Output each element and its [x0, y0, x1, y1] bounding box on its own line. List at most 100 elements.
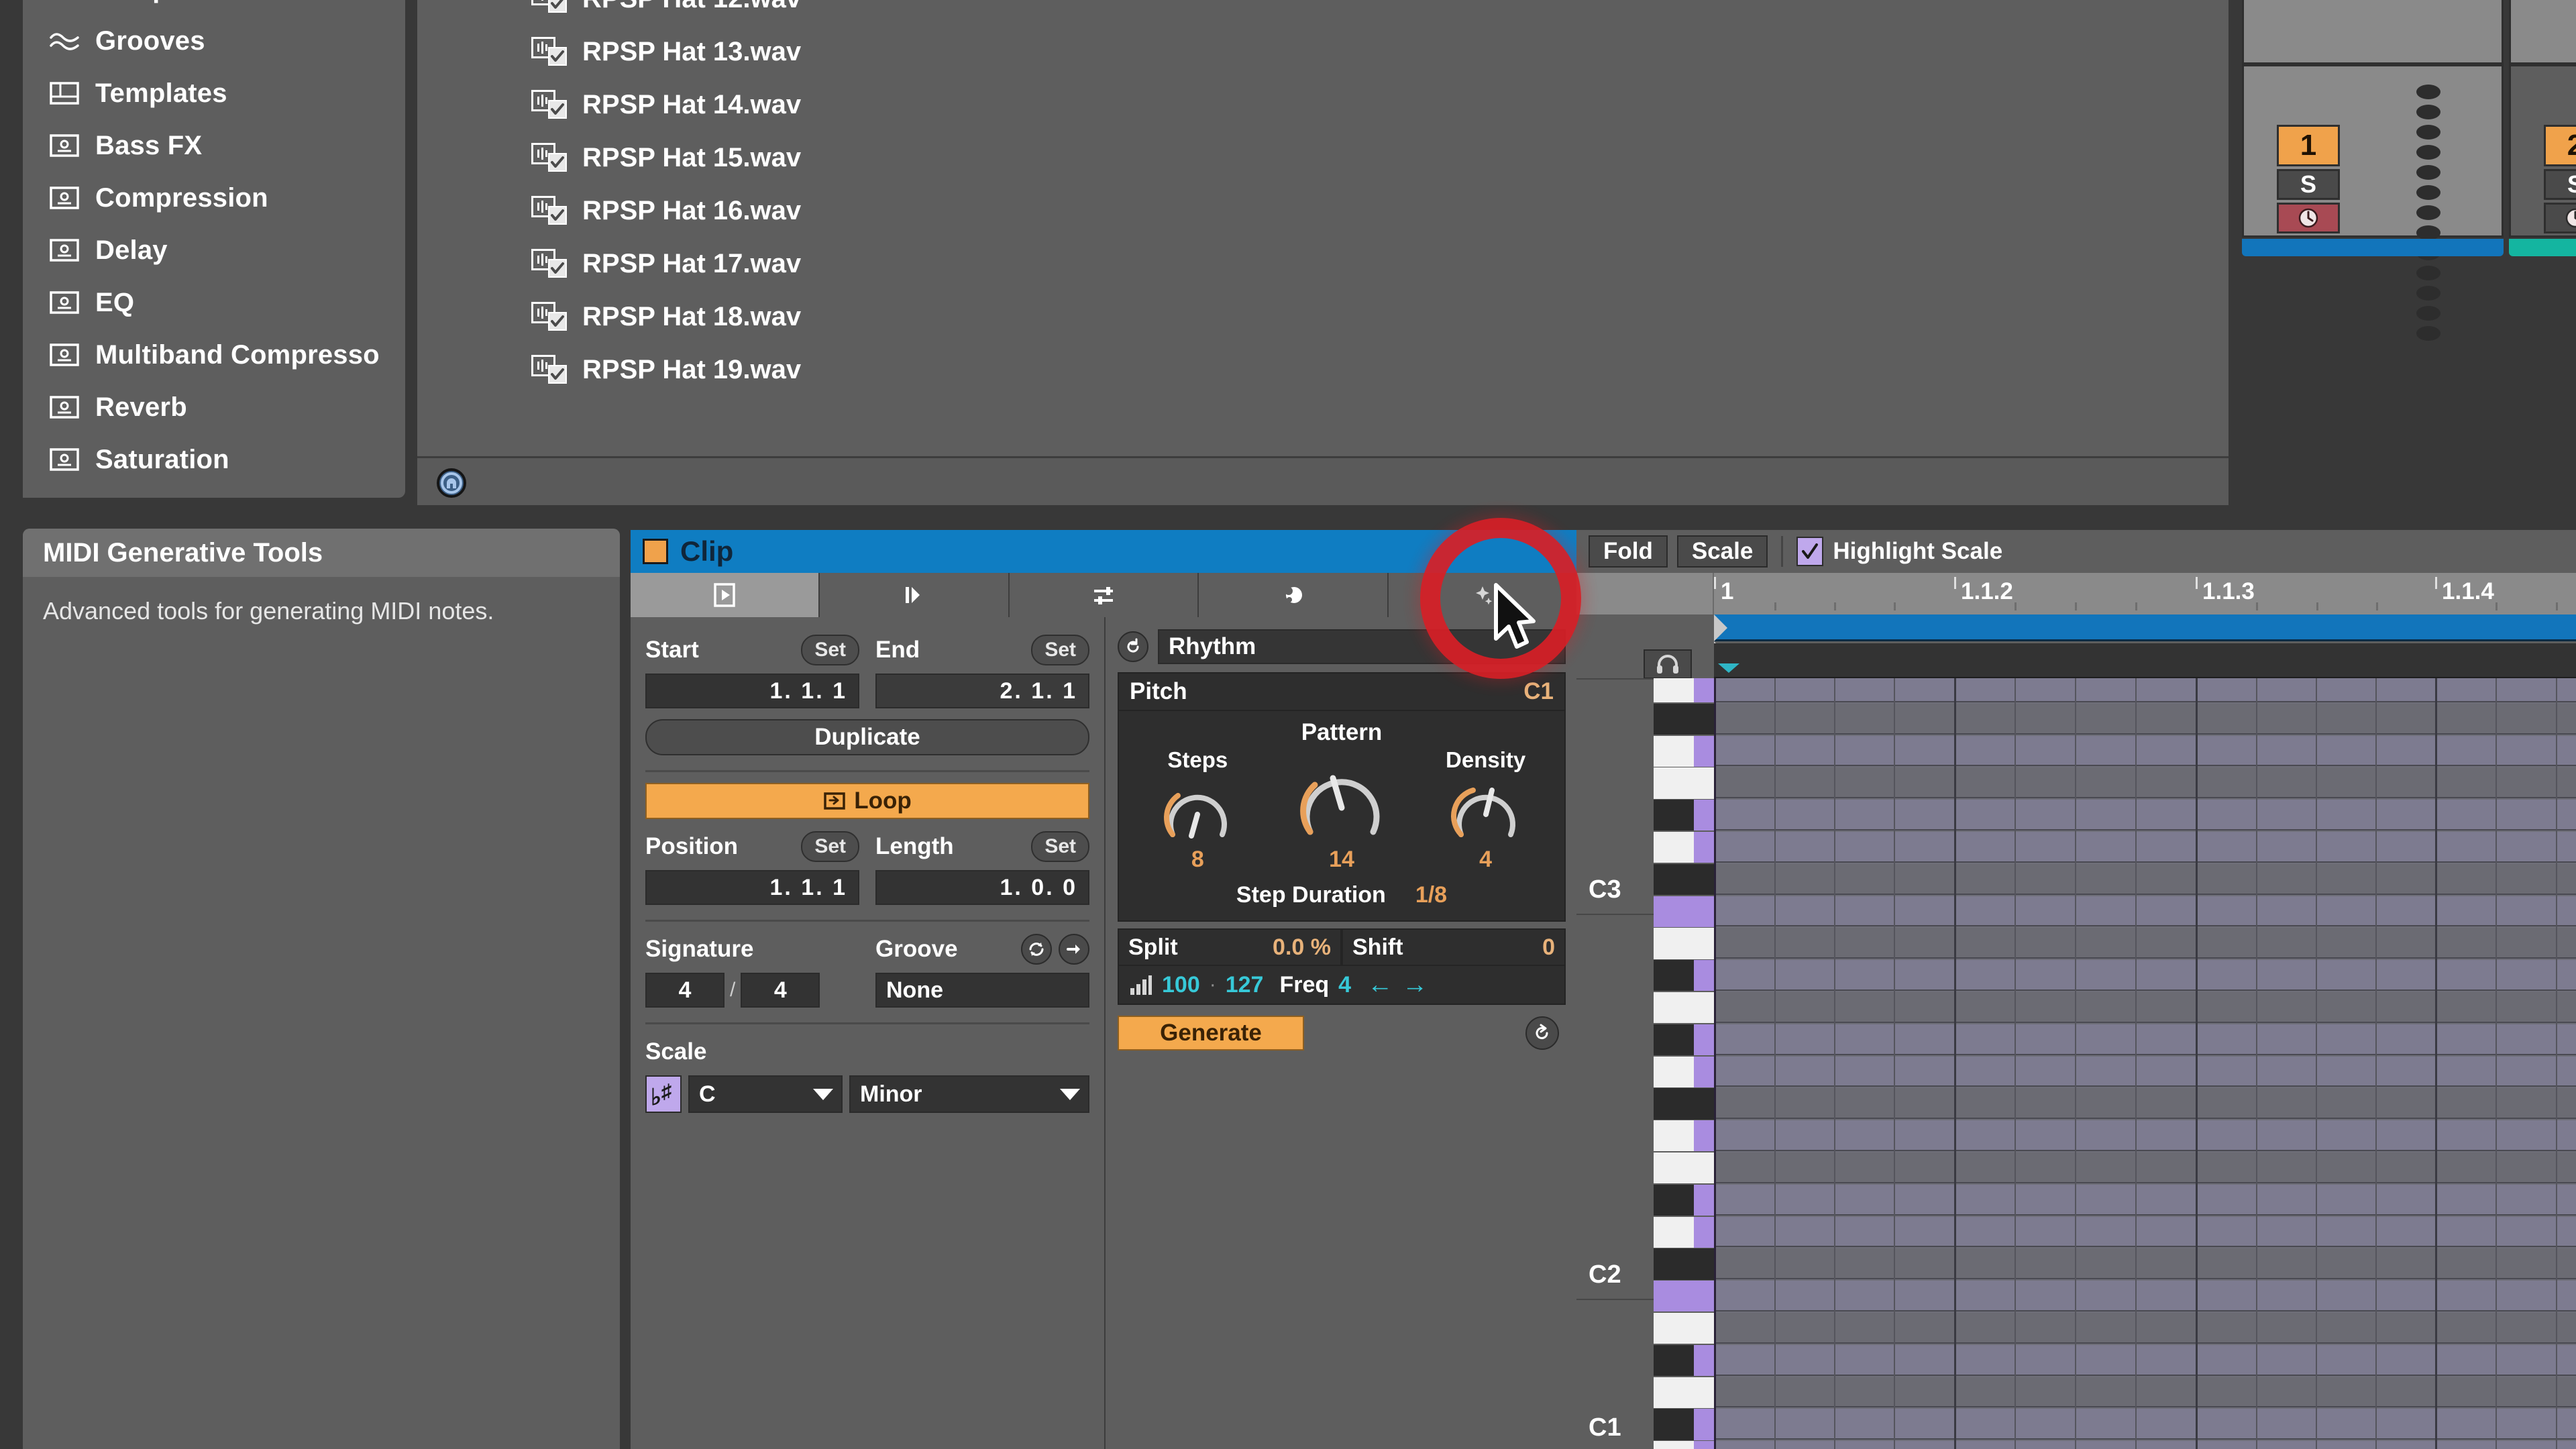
list-item[interactable]: RPSP Hat 17.wav	[417, 237, 2229, 290]
piano-white-key[interactable]	[1654, 1281, 1714, 1312]
piano-white-key[interactable]	[1654, 1120, 1714, 1152]
note-lane[interactable]	[1714, 1216, 2576, 1248]
sidebar-item-grooves[interactable]: Grooves	[23, 15, 405, 67]
list-item[interactable]: RPSP Hat 16.wav	[417, 184, 2229, 237]
clip-slot-empty[interactable]	[2242, 0, 2504, 64]
piano-white-key[interactable]	[1654, 928, 1714, 959]
note-lane[interactable]	[1714, 1120, 2576, 1151]
note-lane[interactable]	[1714, 1281, 2576, 1311]
clip-color-swatch[interactable]	[643, 539, 668, 564]
groove-apply-icon[interactable]	[1059, 934, 1089, 965]
groove-commit-icon[interactable]	[1021, 934, 1052, 965]
velocity-range-row[interactable]: 100 · 127 Freq 4 ← →	[1118, 966, 1566, 1005]
piano-white-key[interactable]	[1654, 1377, 1714, 1408]
split-field[interactable]: Split 0.0 %	[1118, 928, 1342, 966]
end-set-button[interactable]: Set	[1031, 635, 1089, 665]
piano-black-key[interactable]	[1654, 1409, 1714, 1440]
piano-black-key[interactable]	[1654, 863, 1714, 896]
sidebar-item-bass-fx[interactable]: Bass FX	[23, 119, 405, 172]
note-lane[interactable]	[1714, 800, 2576, 830]
tab-clip-modulation[interactable]	[1199, 573, 1389, 617]
loop-start-handle[interactable]	[1714, 614, 1727, 641]
sidebar-item-templates[interactable]: Templates	[23, 67, 405, 119]
record-arm-button[interactable]	[2544, 203, 2576, 233]
note-lane[interactable]	[1714, 735, 2576, 767]
sidebar-item-multiband-compressor[interactable]: Multiband Compresso	[23, 329, 405, 381]
sidebar-item-saturation[interactable]: Saturation	[23, 433, 405, 486]
tab-clip-envelopes[interactable]	[1009, 573, 1199, 617]
density-knob-dial[interactable]	[1446, 775, 1525, 845]
signature-denominator-field[interactable]: 4	[741, 973, 820, 1008]
position-set-button[interactable]: Set	[801, 831, 859, 862]
note-lane[interactable]	[1714, 703, 2576, 735]
piano-black-key[interactable]	[1654, 1344, 1714, 1377]
generator-pitch-row[interactable]: Pitch C1	[1118, 672, 1566, 711]
piano-white-key[interactable]	[1654, 1313, 1714, 1344]
note-lane[interactable]	[1714, 1152, 2576, 1183]
pattern-knob-dial[interactable]	[1291, 759, 1392, 844]
note-lane[interactable]	[1714, 1344, 2576, 1376]
note-lane[interactable]	[1714, 1056, 2576, 1087]
knob-pattern[interactable]: 14	[1271, 759, 1413, 873]
list-item[interactable]: RPSP Hat 12.wav	[417, 0, 2229, 25]
piano-white-key[interactable]	[1654, 896, 1714, 927]
sidebar-item-delay[interactable]: Delay	[23, 224, 405, 276]
note-lane[interactable]	[1714, 928, 2576, 959]
list-item[interactable]: RPSP Hat 18.wav	[417, 290, 2229, 343]
scale-root-dropdown[interactable]: C	[688, 1075, 843, 1113]
piano-black-key[interactable]	[1654, 800, 1714, 831]
sidebar-item-compression[interactable]: Compression	[23, 172, 405, 224]
note-lane[interactable]	[1714, 960, 2576, 991]
duplicate-button[interactable]: Duplicate	[645, 719, 1089, 755]
note-lane[interactable]	[1714, 1248, 2576, 1280]
groove-value-field[interactable]: None	[875, 973, 1089, 1008]
length-set-button[interactable]: Set	[1031, 831, 1089, 862]
highlight-scale-checkbox[interactable]	[1796, 537, 1824, 566]
piano-white-key[interactable]	[1654, 1216, 1714, 1248]
browser-file-list[interactable]: RPSP Hat 12.wav RPSP Hat 13.wav	[417, 0, 2229, 456]
scene-launch-number[interactable]: 1	[2277, 125, 2340, 166]
note-lane[interactable]	[1714, 767, 2576, 799]
velocity-max-value[interactable]: 127	[1226, 972, 1264, 998]
tab-clip-notes[interactable]	[820, 573, 1010, 617]
loop-toggle-button[interactable]: Loop	[645, 783, 1089, 819]
end-value-field[interactable]: 2. 1. 1	[875, 674, 1089, 708]
length-value-field[interactable]: 1. 0. 0	[875, 870, 1089, 905]
start-set-button[interactable]: Set	[801, 635, 859, 665]
timeline-ruler[interactable]: 1 1.1.2 1.1.3 1.1.4	[1576, 573, 2576, 614]
generator-name-field[interactable]: Rhythm	[1158, 629, 1566, 664]
sidebar-item-samples[interactable]: Samples	[23, 0, 405, 15]
reset-icon[interactable]	[1118, 631, 1148, 662]
generate-button[interactable]: Generate	[1118, 1016, 1304, 1051]
piano-white-key[interactable]	[1654, 678, 1714, 703]
note-lane[interactable]	[1714, 1409, 2576, 1440]
list-item[interactable]: RPSP Hat 19.wav	[417, 343, 2229, 396]
note-lane[interactable]	[1714, 1088, 2576, 1120]
piano-black-key[interactable]	[1654, 1088, 1714, 1120]
note-lane[interactable]	[1714, 863, 2576, 895]
arrow-left-icon[interactable]: ←	[1367, 972, 1393, 998]
piano-white-key[interactable]	[1654, 992, 1714, 1024]
piano-white-key[interactable]	[1654, 1441, 1714, 1449]
solo-button[interactable]: S	[2544, 169, 2576, 200]
signature-numerator-field[interactable]: 4	[645, 973, 724, 1008]
clip-slot-empty[interactable]	[2509, 0, 2576, 64]
freq-value[interactable]: 4	[1338, 972, 1351, 998]
scene-launch-number[interactable]: 2	[2544, 125, 2576, 166]
record-arm-button[interactable]	[2277, 203, 2340, 233]
note-lane[interactable]	[1714, 992, 2576, 1023]
clip-title-bar[interactable]: Clip	[631, 530, 1576, 573]
note-lane[interactable]	[1714, 1313, 2576, 1344]
note-lane[interactable]	[1714, 1184, 2576, 1216]
sidebar-item-eq[interactable]: EQ	[23, 276, 405, 329]
list-item[interactable]: RPSP Hat 15.wav	[417, 131, 2229, 184]
velocity-min-value[interactable]: 100	[1162, 972, 1200, 998]
clip-tab-strip[interactable]	[631, 573, 1577, 617]
packs-sound-icon[interactable]	[436, 468, 467, 498]
list-item[interactable]: RPSP Hat 14.wav	[417, 78, 2229, 131]
fold-button[interactable]: Fold	[1589, 535, 1668, 568]
piano-black-key[interactable]	[1654, 960, 1714, 991]
solo-button[interactable]: S	[2277, 169, 2340, 200]
start-value-field[interactable]: 1. 1. 1	[645, 674, 859, 708]
list-item[interactable]: RPSP Hat 13.wav	[417, 25, 2229, 78]
